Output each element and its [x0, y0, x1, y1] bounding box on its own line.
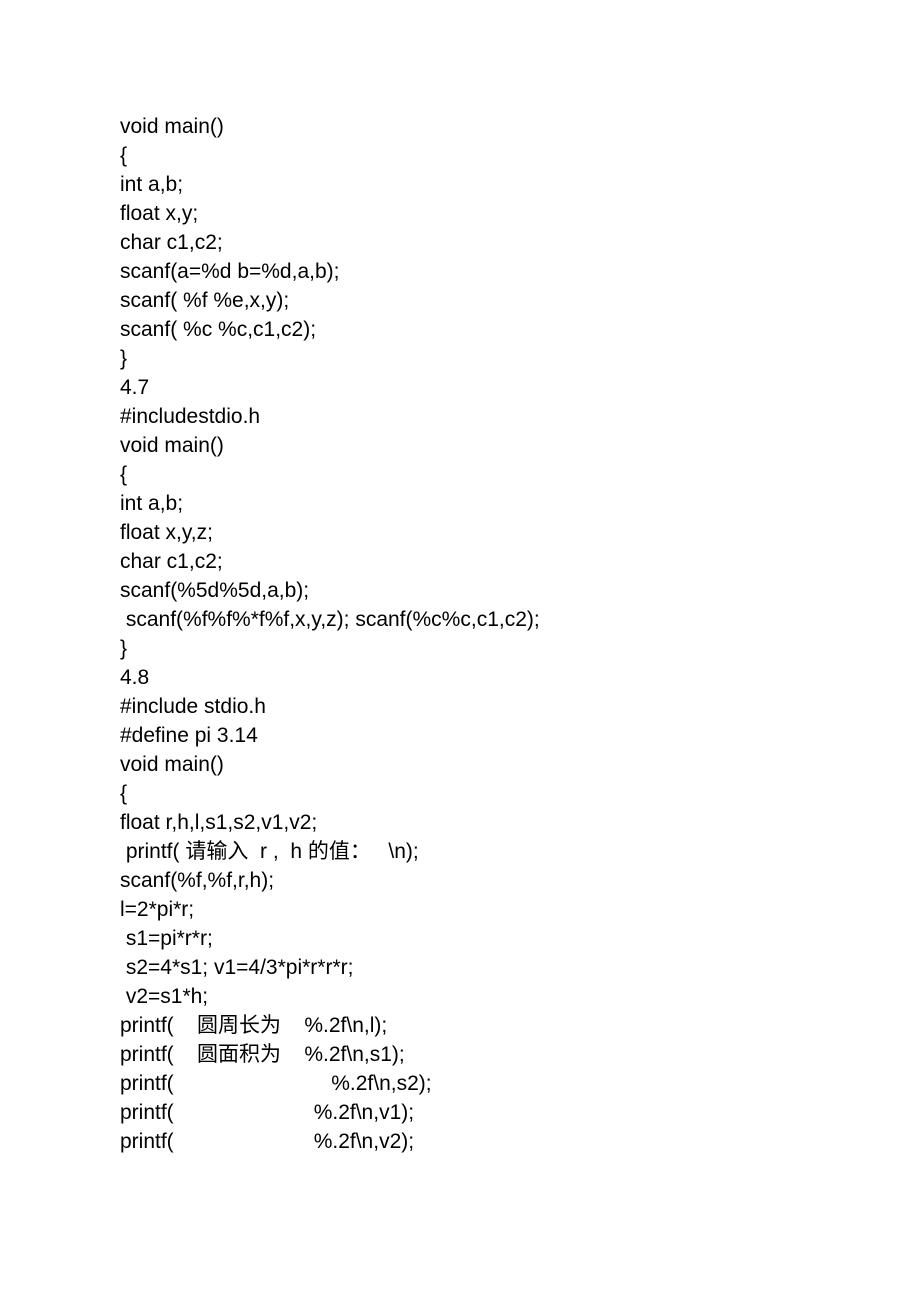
code-line: char c1,c2;	[120, 547, 920, 576]
code-line: scanf( %f %e,x,y);	[120, 286, 920, 315]
code-line: s1=pi*r*r;	[120, 924, 920, 953]
code-line: }	[120, 634, 920, 663]
code-line: 4.8	[120, 663, 920, 692]
code-line: printf( %.2f\n,s2);	[120, 1069, 920, 1098]
code-line: {	[120, 460, 920, 489]
code-line: int a,b;	[120, 489, 920, 518]
code-line: void main()	[120, 112, 920, 141]
code-line: s2=4*s1; v1=4/3*pi*r*r*r;	[120, 953, 920, 982]
code-line: float x,y,z;	[120, 518, 920, 547]
code-line: char c1,c2;	[120, 228, 920, 257]
code-line: printf( %.2f\n,v2);	[120, 1127, 920, 1156]
code-line: v2=s1*h;	[120, 982, 920, 1011]
code-line: scanf(%5d%5d,a,b);	[120, 576, 920, 605]
code-line: scanf( %c %c,c1,c2);	[120, 315, 920, 344]
code-line: float r,h,l,s1,s2,v1,v2;	[120, 808, 920, 837]
code-line: #define pi 3.14	[120, 721, 920, 750]
code-line: scanf(%f%f%*f%f,x,y,z); scanf(%c%c,c1,c2…	[120, 605, 920, 634]
code-line: printf( 圆周长为 %.2f\n,l);	[120, 1011, 920, 1040]
code-line: }	[120, 344, 920, 373]
code-line: float x,y;	[120, 199, 920, 228]
code-line: {	[120, 141, 920, 170]
code-line: #includestdio.h	[120, 402, 920, 431]
code-line: void main()	[120, 750, 920, 779]
document-page: void main() { int a,b; float x,y; char c…	[0, 0, 920, 1303]
code-line: 4.7	[120, 373, 920, 402]
code-line: int a,b;	[120, 170, 920, 199]
code-line: scanf(%f,%f,r,h);	[120, 866, 920, 895]
code-line: scanf(a=%d b=%d,a,b);	[120, 257, 920, 286]
code-line: l=2*pi*r;	[120, 895, 920, 924]
code-line: #include stdio.h	[120, 692, 920, 721]
code-line: printf( %.2f\n,v1);	[120, 1098, 920, 1127]
code-line: void main()	[120, 431, 920, 460]
code-line: printf( 请输入 r , h 的值： \n);	[120, 837, 920, 866]
code-line: {	[120, 779, 920, 808]
code-line: printf( 圆面积为 %.2f\n,s1);	[120, 1040, 920, 1069]
